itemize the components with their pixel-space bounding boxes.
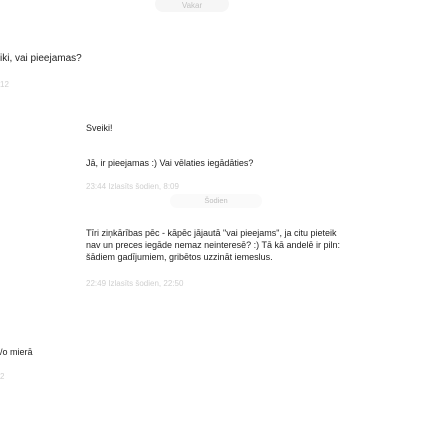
outgoing-message-line: nav un preces iegāde nemaz neinteresē? :… xyxy=(86,240,340,250)
outgoing-message-text: Jā, ir pieejamas :) Vai vēlaties iegādāt… xyxy=(86,158,254,168)
incoming-message-text: iki, vai pieejamas? xyxy=(0,53,82,64)
day-separator-today: Šodien xyxy=(170,194,262,208)
outgoing-message-group: Sveiki! Jā, ir pieejamas :) Vai vēlaties… xyxy=(60,72,428,372)
outgoing-message-line: Tīri ziņkārības pēc - kāpēc jājautā "vai… xyxy=(86,228,337,238)
incoming-message-text: /o mierā xyxy=(0,347,33,357)
day-separator-yesterday: Vakar xyxy=(155,0,229,12)
outgoing-message-meta: 22:49 Izlasīts šodien, 22:50 xyxy=(86,279,184,288)
outgoing-message-meta: 23:44 Izlasīts šodien, 8:09 xyxy=(86,182,179,191)
outgoing-message-line: šādiem gadījumiem, gribētos uzzināt ieme… xyxy=(86,252,273,262)
incoming-message-time: 12 xyxy=(0,80,9,89)
incoming-message-time: 2 xyxy=(0,372,5,381)
outgoing-message-text: Sveiki! xyxy=(86,123,113,133)
